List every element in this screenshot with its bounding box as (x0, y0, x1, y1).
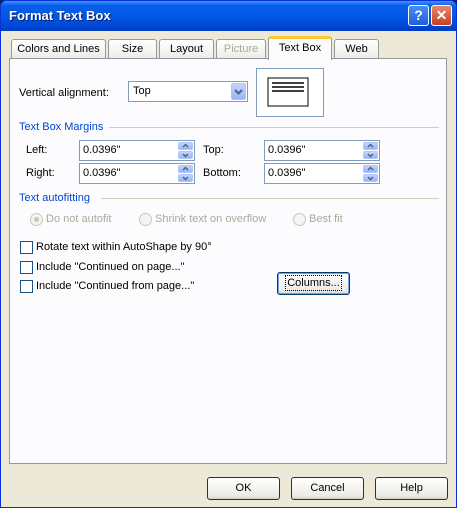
help-title-button[interactable]: ? (408, 5, 429, 26)
bottom-margin-label: Bottom: (203, 167, 241, 179)
cancel-button[interactable]: Cancel (291, 477, 364, 500)
margins-group-label: Text Box Margins (19, 121, 104, 133)
rotate-text-checkbox[interactable] (20, 241, 33, 254)
top-margin-label: Top: (203, 144, 224, 156)
tab-size[interactable]: Size (108, 39, 157, 59)
help-button[interactable]: Help (375, 477, 448, 500)
tab-text-box[interactable]: Text Box (268, 36, 332, 60)
ok-button[interactable]: OK (207, 477, 280, 500)
margins-divider (109, 127, 439, 128)
dialog-window: Format Text Box ? ✕ Colors and Lines Siz… (0, 0, 457, 508)
close-icon: ✕ (435, 7, 448, 23)
autofit-group-label: Text autofitting (19, 192, 90, 204)
bottom-margin-spinner[interactable]: 0.0396" (264, 163, 380, 184)
tab-picture[interactable]: Picture (216, 39, 266, 59)
continued-on-label: Include "Continued on page..." (36, 261, 185, 273)
right-margin-spinner[interactable]: 0.0396" (79, 163, 195, 184)
vertical-alignment-value: Top (133, 85, 151, 97)
continued-on-checkbox[interactable] (20, 261, 33, 274)
top-margin-value: 0.0396" (268, 144, 306, 156)
vertical-alignment-label: Vertical alignment: (19, 87, 109, 99)
left-up-arrow-icon[interactable] (178, 142, 193, 150)
question-mark-icon: ? (414, 7, 423, 23)
bottom-margin-value: 0.0396" (268, 167, 306, 179)
right-margin-value: 0.0396" (83, 167, 121, 179)
tab-web[interactable]: Web (334, 39, 379, 59)
do-not-autofit-label: Do not autofit (46, 213, 112, 225)
rotate-text-label: Rotate text within AutoShape by 90° (36, 241, 212, 253)
top-down-arrow-icon[interactable] (363, 151, 378, 159)
tab-colors-and-lines[interactable]: Colors and Lines (11, 39, 106, 59)
continued-from-checkbox[interactable] (20, 280, 33, 293)
columns-button[interactable]: Columns... (277, 272, 350, 295)
best-fit-label: Best fit (309, 213, 343, 225)
bottom-down-arrow-icon[interactable] (363, 174, 378, 182)
left-margin-label: Left: (26, 144, 48, 156)
right-down-arrow-icon[interactable] (178, 174, 193, 182)
right-margin-label: Right: (26, 167, 55, 179)
bottom-up-arrow-icon[interactable] (363, 165, 378, 173)
radio-best-fit[interactable] (293, 213, 306, 226)
radio-shrink-text[interactable] (139, 213, 152, 226)
top-margin-spinner[interactable]: 0.0396" (264, 140, 380, 161)
autofit-divider (101, 198, 439, 199)
title-bar[interactable]: Format Text Box ? ✕ (1, 1, 456, 31)
left-margin-spinner[interactable]: 0.0396" (79, 140, 195, 161)
continued-from-label: Include "Continued from page..." (36, 280, 195, 292)
vertical-alignment-select[interactable]: Top (128, 81, 248, 102)
tab-layout[interactable]: Layout (159, 39, 214, 59)
shrink-text-label: Shrink text on overflow (155, 213, 267, 225)
dialog-title: Format Text Box (9, 8, 111, 23)
top-up-arrow-icon[interactable] (363, 142, 378, 150)
left-down-arrow-icon[interactable] (178, 151, 193, 159)
chevron-down-icon[interactable] (231, 83, 246, 100)
left-margin-value: 0.0396" (83, 144, 121, 156)
radio-do-not-autofit[interactable] (30, 213, 43, 226)
close-title-button[interactable]: ✕ (431, 5, 452, 26)
columns-button-label: Columns... (285, 275, 342, 291)
right-up-arrow-icon[interactable] (178, 165, 193, 173)
alignment-preview (256, 68, 324, 117)
